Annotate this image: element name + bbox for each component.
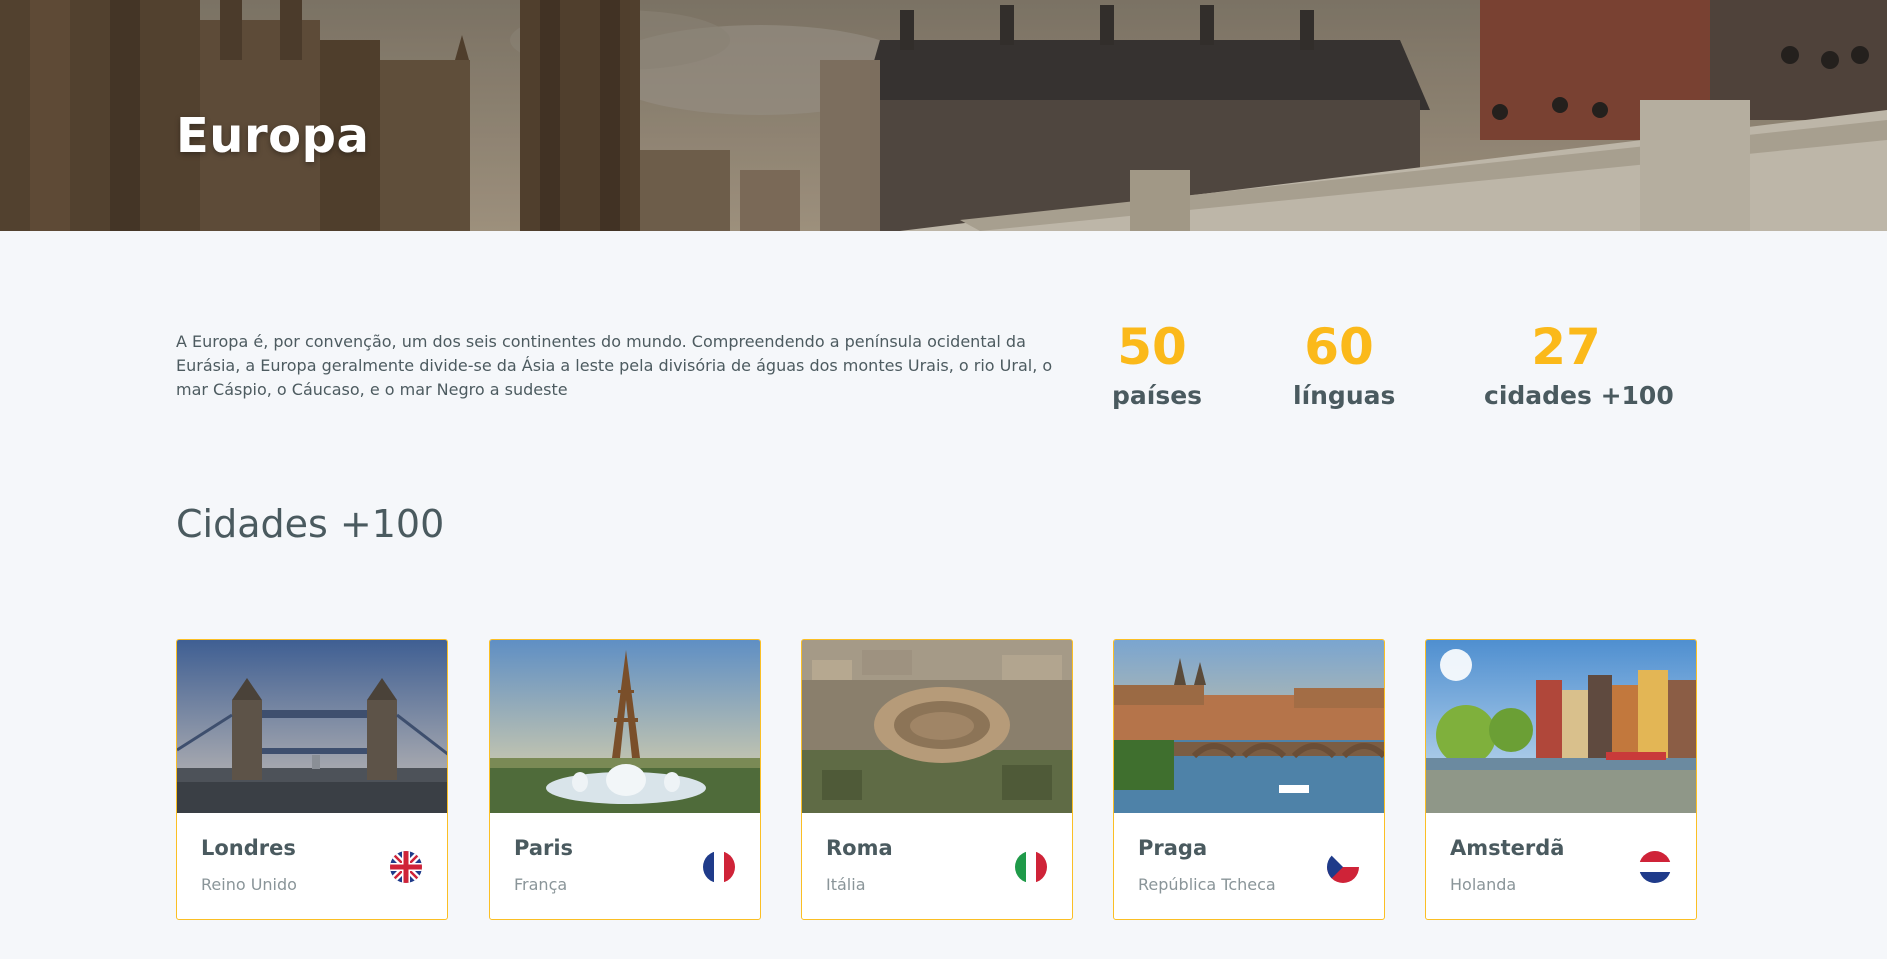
- stat-label: cidades +100: [1484, 381, 1674, 410]
- italy-flag-icon: [1015, 851, 1047, 883]
- section-title: Cidades +100: [176, 502, 445, 546]
- city-name: Roma: [826, 836, 893, 860]
- city-image-praga: [1114, 640, 1384, 813]
- city-country: Holanda: [1450, 875, 1517, 894]
- city-country: República Tcheca: [1138, 875, 1276, 894]
- stat-value: 60: [1304, 318, 1374, 376]
- stat-countries: 50 países: [1112, 318, 1203, 416]
- stat-languages: 60 línguas: [1293, 318, 1396, 416]
- city-name: Paris: [514, 836, 574, 860]
- city-card-londres[interactable]: Londres Reino Unido: [176, 639, 448, 920]
- stat-value: 27: [1531, 318, 1601, 376]
- uk-flag-icon: [390, 851, 422, 883]
- city-card-amsterda[interactable]: Amsterdã Holanda: [1425, 639, 1697, 920]
- france-flag-icon: [703, 851, 735, 883]
- city-image-amsterda: [1426, 640, 1696, 813]
- city-card-paris[interactable]: Paris França: [489, 639, 761, 920]
- city-name: Praga: [1138, 836, 1208, 860]
- stat-cities: 27 cidades +100: [1484, 318, 1674, 416]
- city-image-roma: [802, 640, 1072, 813]
- intro-paragraph: A Europa é, por convenção, um dos seis c…: [176, 332, 1053, 399]
- netherlands-flag-icon: [1639, 851, 1671, 883]
- stat-value: 50: [1117, 318, 1187, 376]
- city-image-londres: [177, 640, 447, 813]
- city-country: França: [514, 875, 568, 894]
- city-card-roma[interactable]: Roma Itália: [801, 639, 1073, 920]
- city-country: Reino Unido: [201, 875, 297, 894]
- city-name: Londres: [201, 836, 296, 860]
- city-card-praga[interactable]: Praga República Tcheca: [1113, 639, 1385, 920]
- stat-label: países: [1112, 381, 1203, 410]
- hero-banner: Europa: [0, 0, 1887, 231]
- czech-flag-icon: [1327, 851, 1359, 883]
- city-image-paris: [490, 640, 760, 813]
- city-country: Itália: [826, 875, 866, 894]
- city-name: Amsterdã: [1450, 836, 1565, 860]
- page-title: Europa: [176, 108, 370, 164]
- stat-label: línguas: [1293, 381, 1396, 410]
